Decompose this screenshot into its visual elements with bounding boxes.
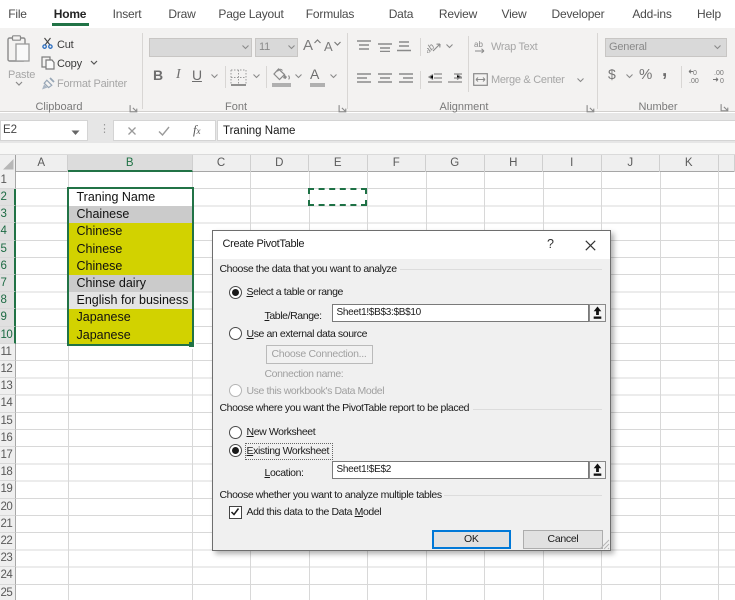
svg-text:.00: .00 xyxy=(689,78,699,84)
svg-text:0: 0 xyxy=(693,70,697,77)
svg-text:0: 0 xyxy=(720,78,724,84)
svg-text:ab: ab xyxy=(427,41,436,53)
svg-text:.00: .00 xyxy=(714,70,724,77)
svg-text:ab: ab xyxy=(474,40,483,49)
